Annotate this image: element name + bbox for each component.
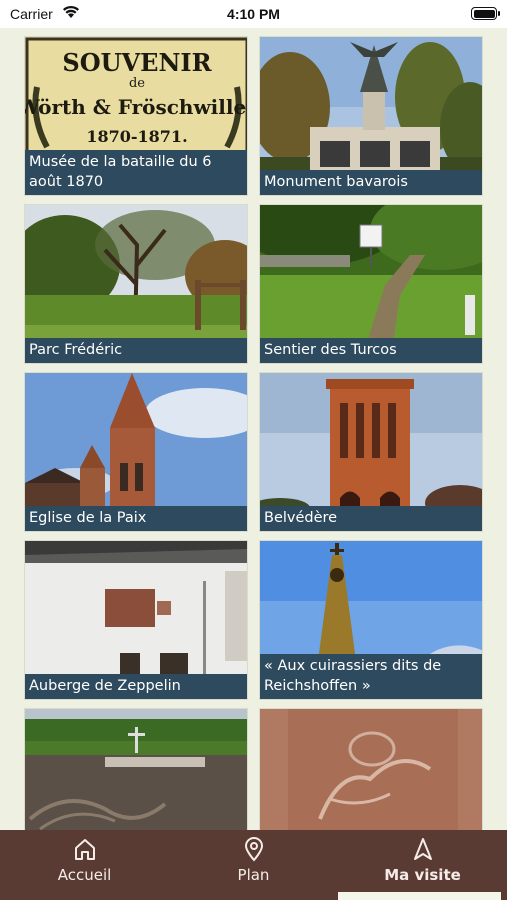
place-name: « Aux cuirassiers dits de Reichshoffen » <box>260 654 482 699</box>
place-card-eglise-de-la-paix[interactable]: Eglise de la Paix <box>24 372 248 532</box>
tab-label: Accueil <box>57 866 112 884</box>
place-name: Belvédère <box>260 506 482 531</box>
navigation-arrow-icon <box>413 838 432 860</box>
tab-plan[interactable]: Plan <box>169 830 338 900</box>
places-list[interactable]: SOUVENIR de Wörth & Fröschwiller 1870-18… <box>0 28 507 830</box>
battery-icon <box>471 7 500 20</box>
home-icon <box>74 839 95 860</box>
place-card-stone-relief[interactable] <box>259 708 483 830</box>
map-pin-icon <box>244 837 263 862</box>
tab-bar: Accueil Plan Ma visite <box>0 830 507 900</box>
status-bar: Carrier 4:10 PM <box>0 0 507 28</box>
poster-de: de <box>129 76 145 91</box>
place-name: Auberge de Zeppelin <box>25 674 247 699</box>
active-tab-indicator <box>338 892 501 900</box>
place-name: Eglise de la Paix <box>25 506 247 531</box>
poster-title: SOUVENIR <box>62 48 212 77</box>
poster-years: 1870-1871. <box>86 127 187 146</box>
place-name: Parc Frédéric <box>25 338 247 363</box>
place-card-sentier-des-turcos[interactable]: Sentier des Turcos <box>259 204 483 364</box>
clock: 4:10 PM <box>227 6 280 22</box>
place-card-parc-frederic[interactable]: Parc Frédéric <box>24 204 248 364</box>
stone-relief-photo <box>260 709 482 830</box>
place-card-belvedere[interactable]: Belvédère <box>259 372 483 532</box>
place-name: Musée de la bataille du 6 août 1870 <box>25 150 247 195</box>
cemetery-photo <box>25 709 247 830</box>
poster-place-names: Wörth & Fröschwiller <box>25 95 248 119</box>
tab-ma-visite[interactable]: Ma visite <box>338 830 507 900</box>
places-grid: SOUVENIR de Wörth & Fröschwiller 1870-18… <box>24 36 493 830</box>
place-card-musee[interactable]: SOUVENIR de Wörth & Fröschwiller 1870-18… <box>24 36 248 196</box>
place-name: Monument bavarois <box>260 170 482 195</box>
tab-label: Plan <box>237 866 270 884</box>
tab-label: Ma visite <box>384 866 461 884</box>
tab-accueil[interactable]: Accueil <box>0 830 169 900</box>
place-card-monument-bavarois[interactable]: Monument bavarois <box>259 36 483 196</box>
place-name: Sentier des Turcos <box>260 338 482 363</box>
place-card-aux-cuirassiers[interactable]: « Aux cuirassiers dits de Reichshoffen » <box>259 540 483 700</box>
place-card-auberge-de-zeppelin[interactable]: Auberge de Zeppelin <box>24 540 248 700</box>
place-card-cemetery[interactable] <box>24 708 248 830</box>
